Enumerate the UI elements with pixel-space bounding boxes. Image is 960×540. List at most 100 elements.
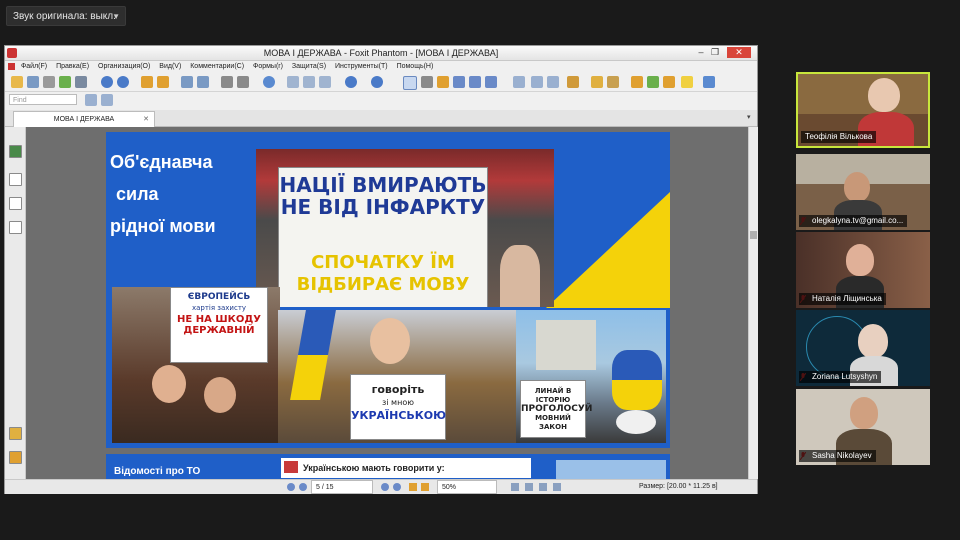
ukraine-flag xyxy=(612,350,662,410)
fit-width-icon[interactable] xyxy=(303,76,315,88)
participant-tile[interactable]: Sasha Nikolayev xyxy=(796,389,930,465)
stamp-icon[interactable] xyxy=(607,76,619,88)
highlight-icon[interactable] xyxy=(631,76,643,88)
open-icon[interactable] xyxy=(11,76,23,88)
find-input[interactable]: Find xyxy=(9,94,77,105)
close-icon[interactable]: ✕ xyxy=(727,47,751,58)
ukraine-flag xyxy=(290,310,336,400)
close-tab-icon[interactable]: ✕ xyxy=(143,112,149,127)
email-icon[interactable] xyxy=(59,76,71,88)
zoom-select[interactable]: 50% xyxy=(437,480,497,494)
print-icon[interactable] xyxy=(43,76,55,88)
back-icon[interactable] xyxy=(141,76,153,88)
folder-icon[interactable] xyxy=(591,76,603,88)
protest-photo-left: ЄВРОПЕЙСЬ хартія захисту НЕ НА ШКОДУ ДЕР… xyxy=(112,287,280,443)
next-slide-photo xyxy=(556,460,666,479)
next-page-icon[interactable] xyxy=(381,483,389,491)
participant-face xyxy=(868,78,900,112)
participant-tile[interactable]: olegkalyna.tv@gmail.co... xyxy=(796,154,930,230)
scroll-thumb[interactable] xyxy=(750,231,757,239)
menu-file[interactable]: Файл(F) xyxy=(21,61,47,72)
facing-icon[interactable] xyxy=(547,76,559,88)
participant-face xyxy=(844,172,870,202)
arrow-icon[interactable] xyxy=(703,76,715,88)
menu-comments[interactable]: Комментарии(C) xyxy=(190,61,244,72)
pencil-icon[interactable] xyxy=(663,76,675,88)
user-icon[interactable] xyxy=(567,76,579,88)
participant-tile[interactable]: Zoriana Lutsyshyn xyxy=(796,310,930,386)
chevron-down-icon: ▼ xyxy=(112,12,120,21)
find-next-icon[interactable] xyxy=(101,94,113,106)
back-view-icon[interactable] xyxy=(409,483,417,491)
vertical-scrollbar[interactable] xyxy=(748,127,758,479)
page-view-icon[interactable] xyxy=(513,76,525,88)
page-size-label: Размер: [20.00 * 11.25 в] xyxy=(639,483,718,490)
bookmarks-panel-icon[interactable] xyxy=(9,173,22,186)
checkmark-icon[interactable] xyxy=(647,76,659,88)
continuous-icon[interactable] xyxy=(531,76,543,88)
zoom-value: 50% xyxy=(442,484,457,491)
drum xyxy=(616,410,656,434)
menu-help[interactable]: Помощь(H) xyxy=(397,61,434,72)
sign-text: говоріть xyxy=(371,383,425,396)
redo-icon[interactable] xyxy=(237,76,249,88)
find-prev-icon[interactable] xyxy=(85,94,97,106)
copy-icon[interactable] xyxy=(181,76,193,88)
typewriter-icon[interactable] xyxy=(469,76,481,88)
page-indicator[interactable]: 5 / 15 xyxy=(311,480,373,494)
actual-size-icon[interactable] xyxy=(319,76,331,88)
note-icon[interactable] xyxy=(681,76,693,88)
tab-list-icon[interactable]: ▾ xyxy=(747,113,755,123)
menu-view[interactable]: Вид(V) xyxy=(159,61,181,72)
forward-icon[interactable] xyxy=(157,76,169,88)
doc-menu-icon[interactable] xyxy=(8,63,15,70)
minimize-icon[interactable]: – xyxy=(695,47,707,58)
fit-page-icon[interactable] xyxy=(287,76,299,88)
comments-panel-icon[interactable] xyxy=(9,197,22,210)
zoom-out-icon[interactable] xyxy=(345,76,357,88)
prev-page-icon[interactable] xyxy=(299,483,307,491)
snapshot-icon[interactable] xyxy=(437,76,449,88)
menu-bar: Файл(F) Правка(E) Организация(O) Вид(V) … xyxy=(5,61,757,72)
document-tab[interactable]: МОВА І ДЕРЖАВА ✕ xyxy=(13,111,155,127)
continuous-page-icon[interactable] xyxy=(525,483,533,491)
text-box-icon[interactable] xyxy=(485,76,497,88)
single-page-icon[interactable] xyxy=(511,483,519,491)
security-panel-icon[interactable] xyxy=(9,451,22,464)
select-text-icon[interactable] xyxy=(421,76,433,88)
menu-organize[interactable]: Организация(O) xyxy=(98,61,150,72)
menu-tools[interactable]: Инструменты(T) xyxy=(335,61,388,72)
save-icon[interactable] xyxy=(27,76,39,88)
document-tab-label: МОВА І ДЕРЖАВА xyxy=(53,116,115,123)
menu-edit[interactable]: Правка(E) xyxy=(56,61,89,72)
participant-tile-active[interactable]: Теофілія Вількова xyxy=(796,72,930,148)
find-icon[interactable] xyxy=(453,76,465,88)
window-titlebar: МОВА І ДЕРЖАВА - Foxit Phantom - [МОВА І… xyxy=(5,46,757,61)
document-viewer[interactable]: Об'єднавча сила рідної мови НАЦІЇ ВМИРАЮ… xyxy=(26,127,748,479)
zoom-icon[interactable] xyxy=(263,76,275,88)
next-icon[interactable] xyxy=(117,76,129,88)
menu-forms[interactable]: Формы(r) xyxy=(253,61,283,72)
flag-icon xyxy=(284,461,298,473)
protest-sign-left: ЄВРОПЕЙСЬ хартія захисту НЕ НА ШКОДУ ДЕР… xyxy=(170,287,268,363)
hand-tool-icon[interactable] xyxy=(403,76,417,90)
cover-page-icon[interactable] xyxy=(553,483,561,491)
status-bar: 5 / 15 50% Размер: [20.00 * 11.25 в] xyxy=(5,479,757,494)
facing-page-icon[interactable] xyxy=(539,483,547,491)
restore-icon[interactable]: ❐ xyxy=(709,47,721,58)
layers-panel-icon[interactable] xyxy=(9,427,22,440)
menu-protect[interactable]: Защита(S) xyxy=(292,61,326,72)
participant-tile[interactable]: Наталія Ліщинська xyxy=(796,232,930,308)
attachments-panel-icon[interactable] xyxy=(9,221,22,234)
prev-icon[interactable] xyxy=(101,76,113,88)
forward-view-icon[interactable] xyxy=(421,483,429,491)
scan-icon[interactable] xyxy=(75,76,87,88)
last-page-icon[interactable] xyxy=(393,483,401,491)
pages-panel-icon[interactable] xyxy=(9,145,22,158)
zoom-in-icon[interactable] xyxy=(371,76,383,88)
first-page-icon[interactable] xyxy=(287,483,295,491)
paste-icon[interactable] xyxy=(197,76,209,88)
undo-icon[interactable] xyxy=(221,76,233,88)
original-sound-dropdown[interactable]: Звук оригинала: выкл. ▼ xyxy=(6,6,126,26)
protest-sign-right: ЛИНАЙ В ІСТОРІЮ ПРОГОЛОСУЙ МОВНИЙ ЗАКОН xyxy=(520,380,592,438)
